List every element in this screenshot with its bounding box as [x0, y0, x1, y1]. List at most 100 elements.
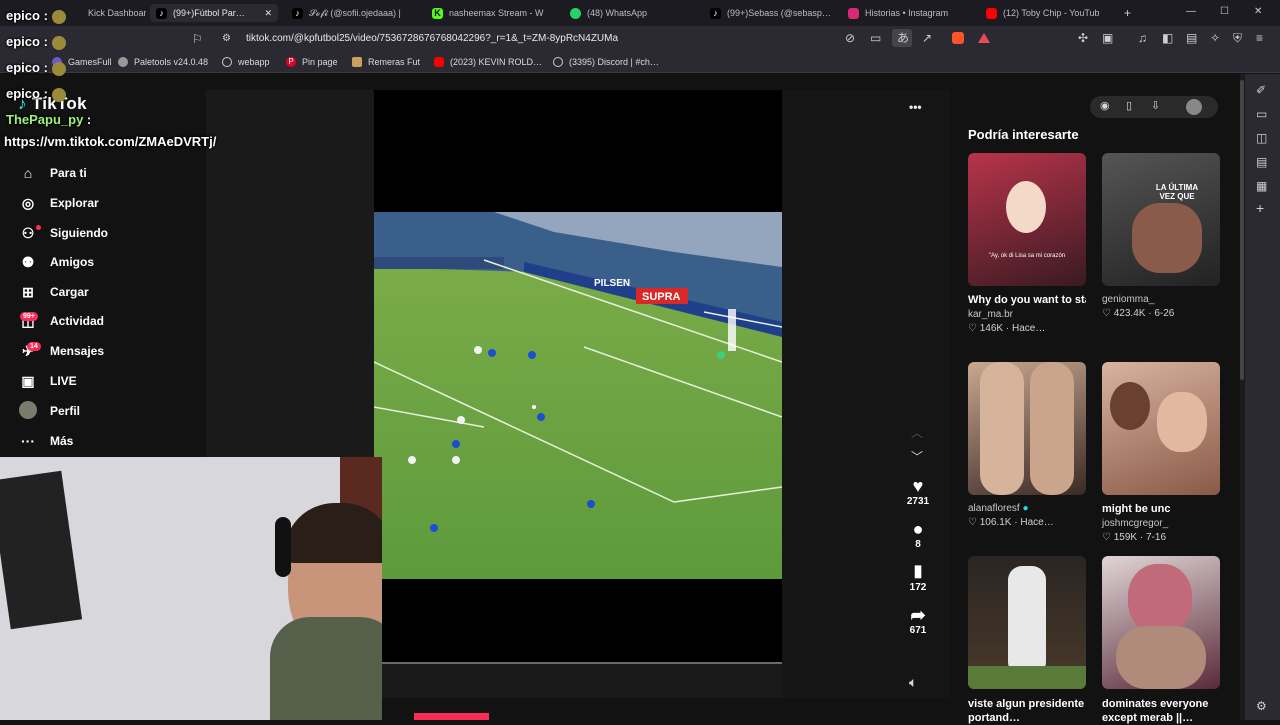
bookmark-kevin[interactable]: (2023) KEVIN ROLD… — [434, 56, 542, 68]
nav-cargar[interactable]: ⊞ Cargar — [18, 281, 89, 303]
window-close-icon[interactable]: ✕ — [1254, 6, 1262, 18]
suggestion-card[interactable]: might be unc joshmcgregor_ ♡ 159K · 7-16 — [1102, 362, 1220, 543]
tiktok-icon: ♪ — [710, 7, 721, 19]
nav-mas[interactable]: ··· Más — [18, 430, 73, 452]
sidebar-toggle-icon[interactable]: ◧ — [1162, 32, 1173, 44]
close-icon[interactable]: ✕ — [264, 8, 272, 19]
tab-whatsapp[interactable]: (48) WhatsApp — [570, 4, 690, 22]
video-thumbnail — [968, 556, 1086, 689]
new-tab-button[interactable]: + — [1124, 7, 1131, 19]
brave-shield-icon[interactable] — [952, 32, 964, 44]
prev-video-icon[interactable]: ︿ — [911, 424, 923, 441]
download-icon[interactable]: ⇩ — [1151, 99, 1160, 112]
card-title: Why do you want to stay FIVE NIGHTS A… — [968, 294, 1086, 306]
reader-mode-icon[interactable]: ▦ — [1256, 180, 1267, 192]
extensions-icon[interactable]: ✣ — [1078, 32, 1088, 44]
nav-para-ti[interactable]: ⌂ Para ti — [18, 162, 87, 184]
chat-link: https://vm.tiktok.com/ZMAeDVRTj/ — [4, 134, 217, 149]
nav-siguiendo[interactable]: ⚇ Siguiendo — [18, 222, 108, 244]
like-button[interactable]: ♥ 2731 — [898, 476, 938, 507]
rewards-icon[interactable] — [978, 33, 990, 43]
tiktok-icon: ♪ — [292, 7, 303, 19]
more-options-icon[interactable]: ••• — [909, 100, 922, 114]
suggestion-card[interactable]: viste algun presidente portand… — [968, 556, 1086, 725]
maximize-icon[interactable]: ☐ — [1220, 6, 1229, 18]
comment-button[interactable]: ● 8 — [898, 519, 938, 550]
bookmark-icon[interactable]: ⚐ — [192, 33, 203, 45]
nav-label: Actividad — [50, 314, 105, 328]
tab-instagram[interactable]: Historias • Instagram — [848, 4, 973, 22]
suggestion-card[interactable]: "Ay, ok di Lisa sa mi corazón Why do you… — [968, 153, 1086, 334]
tab-nasheemax[interactable]: Knasheemax Stream - W — [432, 4, 552, 22]
tab-futbol[interactable]: ♪ (99+)Fútbol Par… ✕ — [150, 4, 278, 22]
tab-youtube[interactable]: (12) Toby Chip - YouTub — [986, 4, 1106, 22]
chat-message: epico : — [6, 86, 66, 102]
bookmark-label: Pin page — [302, 57, 338, 67]
card-date: 6-26 — [1154, 308, 1175, 319]
wall-poster — [0, 470, 83, 630]
tab-sebass[interactable]: ♪ (99+)Sebass (@sebasp… — [710, 4, 830, 22]
card-date: Hace… — [1020, 517, 1054, 528]
thumbnail-caption: "Ay, ok di Lisa sa mi corazón — [988, 253, 1066, 259]
comment-count: 8 — [915, 539, 921, 550]
chat-user: epico — [6, 86, 40, 101]
bookmark-label: Paletools v24.0.48 — [134, 57, 209, 67]
reading-list-icon[interactable]: ▭ — [1256, 108, 1267, 120]
video-thumbnail — [1102, 362, 1220, 495]
minimize-icon[interactable]: — — [1186, 6, 1196, 18]
reader-icon[interactable]: ⊘ — [845, 32, 855, 44]
add-panel-icon[interactable]: + — [1256, 201, 1264, 215]
nav-live[interactable]: ▣ LIVE — [18, 370, 76, 392]
nav-perfil[interactable]: Perfil — [18, 400, 80, 422]
eye-icon[interactable]: ◉ — [1100, 99, 1110, 112]
account-avatar[interactable] — [1186, 99, 1202, 115]
video-frame[interactable]: PILSEN SUPRA — [374, 212, 782, 579]
device-icon[interactable]: ▯ — [1126, 99, 1132, 112]
screen-icon[interactable]: ▭ — [870, 32, 881, 44]
card-user: alanafloresf ● — [968, 503, 1086, 514]
thumbnail-caption: LA ÚLTIMA VEZ QUE — [1155, 183, 1199, 201]
nav-label: Explorar — [50, 196, 99, 210]
volume-icon[interactable]: 🔈︎ — [909, 674, 917, 691]
bookmark-webapp[interactable]: webapp — [222, 56, 270, 68]
like-count: 2731 — [906, 496, 930, 507]
share-icon[interactable]: ↗ — [922, 32, 932, 44]
suggestion-card[interactable]: alanafloresf ● ♡ 106.1K · Hace… — [968, 362, 1086, 528]
share-button[interactable]: ➦ 671 — [898, 605, 938, 636]
bookmark-discord[interactable]: (3395) Discord | #ch… — [553, 56, 659, 68]
pink-bar — [414, 713, 489, 720]
bookmark-paletools[interactable]: Paletools v24.0.48 — [118, 56, 208, 68]
leo-ai-icon[interactable]: ✐ — [1256, 84, 1266, 96]
tab-sofii[interactable]: ♪ 𝓢𝓸𝓯𝓲 (@sofii.ojedaaa) | — [292, 4, 412, 22]
chat-sep: : — [43, 34, 48, 49]
suggestion-card[interactable]: LA ÚLTIMA VEZ QUE geniomma_ ♡ 423.4K · 6… — [1102, 153, 1220, 319]
next-video-icon[interactable]: ﹀ — [911, 448, 923, 465]
wallet-2-icon[interactable]: ▤ — [1186, 32, 1197, 44]
scrollbar-thumb[interactable] — [1240, 80, 1244, 380]
sidebar-settings-icon[interactable]: ⚙ — [1256, 700, 1267, 712]
nav-explorar[interactable]: ◎ Explorar — [18, 192, 99, 214]
save-button[interactable]: ▮ 172 — [898, 562, 938, 593]
vpn-icon[interactable]: ⛨ — [1233, 32, 1242, 44]
site-settings-icon[interactable]: ⚙ — [222, 33, 231, 45]
media-icon[interactable]: ♫ — [1138, 32, 1147, 44]
chat-message: epico : — [6, 8, 66, 24]
tab-label: (12) Toby Chip - YouTub — [1003, 8, 1100, 18]
tab-label: Historias • Instagram — [865, 8, 949, 18]
menu-icon[interactable]: ≡ — [1256, 32, 1263, 44]
bookmark-remeras[interactable]: Remeras Fut — [352, 56, 420, 68]
leo-icon[interactable]: ✧ — [1210, 32, 1220, 44]
bookmarks-panel-icon[interactable]: ◫ — [1256, 132, 1267, 144]
url-input[interactable]: tiktok.com/@kpfutbol25/video/75367286767… — [246, 33, 618, 44]
more-icon: ··· — [21, 433, 35, 449]
card-title: dominates everyone except merab ||… — [1102, 698, 1209, 724]
tab-kick-dashboard[interactable]: Kick Dashboard — [88, 4, 146, 22]
bookmark-label: GamesFull — [68, 57, 112, 67]
bookmark-pinpage[interactable]: P Pin page — [286, 56, 338, 68]
suggestion-card[interactable]: dominates everyone except merab ||… — [1102, 556, 1220, 725]
card-date: Hace… — [1012, 323, 1046, 334]
nav-amigos[interactable]: ⚉ Amigos — [18, 251, 94, 273]
wallet-icon[interactable]: ▣ — [1102, 32, 1113, 44]
video-thumbnail — [968, 362, 1086, 495]
history-icon[interactable]: ▤ — [1256, 156, 1267, 168]
